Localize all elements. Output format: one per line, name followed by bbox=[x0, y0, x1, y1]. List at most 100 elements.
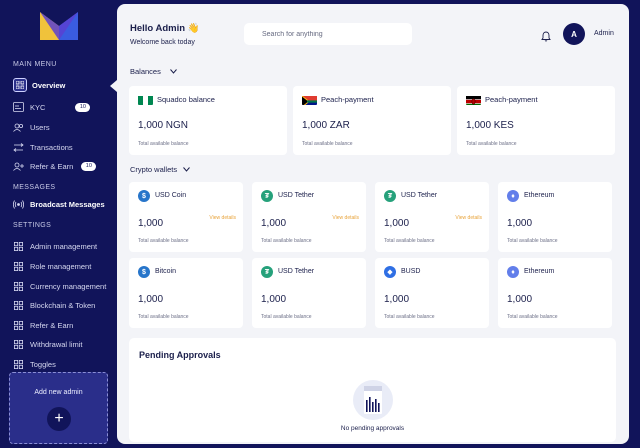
welcome-subtitle: Welcome back today bbox=[130, 39, 195, 46]
grid-icon bbox=[13, 78, 27, 92]
balance-sub: Total available balance bbox=[302, 141, 353, 147]
crypto-wallet-card[interactable]: ♦ Ethereum 1,000 Total available balance bbox=[498, 258, 612, 328]
crypto-title: Crypto wallets bbox=[130, 165, 178, 174]
plus-icon[interactable]: + bbox=[47, 407, 71, 431]
avatar[interactable]: A bbox=[563, 23, 585, 45]
kyc-badge: 10 bbox=[75, 102, 91, 112]
balance-amount: 1,000 ZAR bbox=[302, 120, 350, 131]
sidebar-item-kyc[interactable]: KYC 10 bbox=[13, 99, 113, 115]
wallet-name: USD Tether bbox=[401, 192, 438, 199]
ethereum-icon: ♦ bbox=[507, 266, 519, 278]
sidebar-item-overview[interactable]: Overview bbox=[13, 77, 113, 93]
crypto-toggle[interactable]: Crypto wallets bbox=[130, 165, 190, 174]
add-admin-card[interactable]: Add new admin + bbox=[9, 372, 108, 444]
view-details-link[interactable]: View details bbox=[332, 215, 359, 221]
transactions-icon bbox=[13, 142, 24, 153]
tether-icon: ₮ bbox=[384, 190, 396, 202]
sidebar-item-label: Transactions bbox=[30, 142, 73, 152]
greeting-text: Hello Admin bbox=[130, 23, 186, 34]
section-title-messages: MESSAGES bbox=[13, 184, 56, 191]
crypto-wallet-card[interactable]: ₮ USD Tether 1,000 Total available balance bbox=[252, 258, 366, 328]
crypto-wallet-card[interactable]: $ USD Coin 1,000 Total available balance Vie… bbox=[129, 182, 243, 252]
balance-card[interactable]: Peach-payment 1,000 KES Total available … bbox=[457, 86, 615, 155]
sidebar-item-label: Refer & Earn bbox=[30, 161, 74, 171]
tether-icon: ₮ bbox=[261, 266, 273, 278]
chevron-down-icon bbox=[183, 167, 190, 172]
wallet-amount: 1,000 bbox=[138, 218, 164, 229]
crypto-wallet-card[interactable]: ◆ BUSD 1,000 Total available balance bbox=[375, 258, 489, 328]
sidebar-item-setting[interactable]: Toggles bbox=[13, 356, 113, 372]
crypto-wallet-card[interactable]: ♦ Ethereum 1,000 Total available balance bbox=[498, 182, 612, 252]
sidebar-item-setting[interactable]: Blockchain & Token bbox=[13, 297, 113, 313]
wallet-amount: 1,000 bbox=[384, 294, 410, 305]
empty-text: No pending approvals bbox=[340, 425, 405, 432]
ethereum-icon: ♦ bbox=[507, 190, 519, 202]
sidebar-item-refer-earn[interactable]: Refer & Earn 10 bbox=[13, 158, 113, 174]
user-name[interactable]: Admin bbox=[594, 30, 614, 37]
wallet-sub: Total available balance bbox=[384, 314, 435, 320]
refer-badge: 10 bbox=[81, 161, 97, 171]
sidebar-item-setting[interactable]: Withdrawal limit bbox=[13, 336, 113, 352]
section-title-settings: SETTINGS bbox=[13, 222, 52, 229]
wallet-sub: Total available balance bbox=[384, 238, 435, 244]
view-details-link[interactable]: View details bbox=[455, 215, 482, 221]
kenya-flag-icon bbox=[466, 94, 481, 105]
active-indicator bbox=[110, 80, 117, 92]
balance-amount: 1,000 NGN bbox=[138, 120, 189, 131]
crypto-wallet-card[interactable]: ₮ USD Tether 1,000 Total available balance V… bbox=[375, 182, 489, 252]
south-africa-flag-icon bbox=[302, 94, 317, 105]
main-panel: Hello Admin 👋 Welcome back today A Admin… bbox=[117, 4, 629, 444]
wallet-amount: 1,000 bbox=[261, 294, 287, 305]
greeting: Hello Admin 👋 bbox=[130, 23, 200, 34]
sidebar-item-transactions[interactable]: Transactions bbox=[13, 139, 113, 155]
wave-icon: 👋 bbox=[187, 23, 200, 34]
sidebar-item-label: Refer & Earn bbox=[30, 320, 74, 330]
add-admin-label: Add new admin bbox=[34, 389, 83, 396]
grid-icon bbox=[13, 359, 24, 370]
logo-icon bbox=[40, 12, 78, 40]
wallet-name: USD Tether bbox=[278, 192, 315, 199]
usd-coin-icon: $ bbox=[138, 266, 150, 278]
wallet-amount: 1,000 bbox=[261, 218, 287, 229]
grid-icon bbox=[13, 261, 24, 272]
bell-icon[interactable] bbox=[541, 31, 551, 42]
sidebar-item-label: Blockchain & Token bbox=[30, 300, 96, 310]
sidebar-item-label: Withdrawal limit bbox=[30, 339, 83, 349]
grid-icon bbox=[13, 241, 24, 252]
balance-name: Squadco balance bbox=[157, 95, 215, 104]
sidebar-item-setting[interactable]: Refer & Earn bbox=[13, 317, 113, 333]
wallet-name: Ethereum bbox=[524, 268, 555, 275]
sidebar-item-setting[interactable]: Admin management bbox=[13, 238, 113, 254]
sidebar-item-setting[interactable]: Currency management bbox=[13, 278, 113, 294]
sidebar: MAIN MENU Overview KYC 10 Users Transact… bbox=[0, 0, 117, 448]
balance-name: Peach-payment bbox=[321, 95, 374, 104]
grid-icon bbox=[13, 281, 24, 292]
sidebar-item-broadcast[interactable]: Broadcast Messages bbox=[13, 196, 113, 212]
sidebar-item-label: Toggles bbox=[30, 359, 56, 369]
sidebar-item-setting[interactable]: Role management bbox=[13, 258, 113, 274]
wallet-amount: 1,000 bbox=[507, 294, 533, 305]
balance-card[interactable]: Squadco balance 1,000 NGN Total availabl… bbox=[129, 86, 287, 155]
grid-icon bbox=[13, 320, 24, 331]
balances-toggle[interactable]: Balances bbox=[130, 67, 177, 76]
wallet-sub: Total available balance bbox=[138, 238, 189, 244]
chevron-down-icon bbox=[169, 69, 177, 74]
wallet-sub: Total available balance bbox=[261, 314, 312, 320]
busd-icon: ◆ bbox=[384, 266, 396, 278]
wallet-amount: 1,000 bbox=[507, 218, 533, 229]
search-input[interactable] bbox=[244, 23, 412, 45]
tether-icon: ₮ bbox=[261, 190, 273, 202]
nigeria-flag-icon bbox=[138, 94, 153, 105]
pending-approvals-panel: Pending Approvals No pending approvals bbox=[129, 338, 616, 442]
crypto-wallet-card[interactable]: $ Bitcoin 1,000 Total available balance bbox=[129, 258, 243, 328]
sidebar-item-label: Overview bbox=[32, 80, 66, 90]
users-icon bbox=[13, 122, 24, 133]
broadcast-icon bbox=[13, 199, 24, 210]
wallet-sub: Total available balance bbox=[261, 238, 312, 244]
balance-card[interactable]: Peach-payment 1,000 ZAR Total available … bbox=[293, 86, 451, 155]
wallet-name: USD Tether bbox=[278, 268, 315, 275]
crypto-wallet-card[interactable]: ₮ USD Tether 1,000 Total available balance V… bbox=[252, 182, 366, 252]
wallet-sub: Total available balance bbox=[507, 314, 558, 320]
sidebar-item-users[interactable]: Users bbox=[13, 119, 113, 135]
view-details-link[interactable]: View details bbox=[209, 215, 236, 221]
